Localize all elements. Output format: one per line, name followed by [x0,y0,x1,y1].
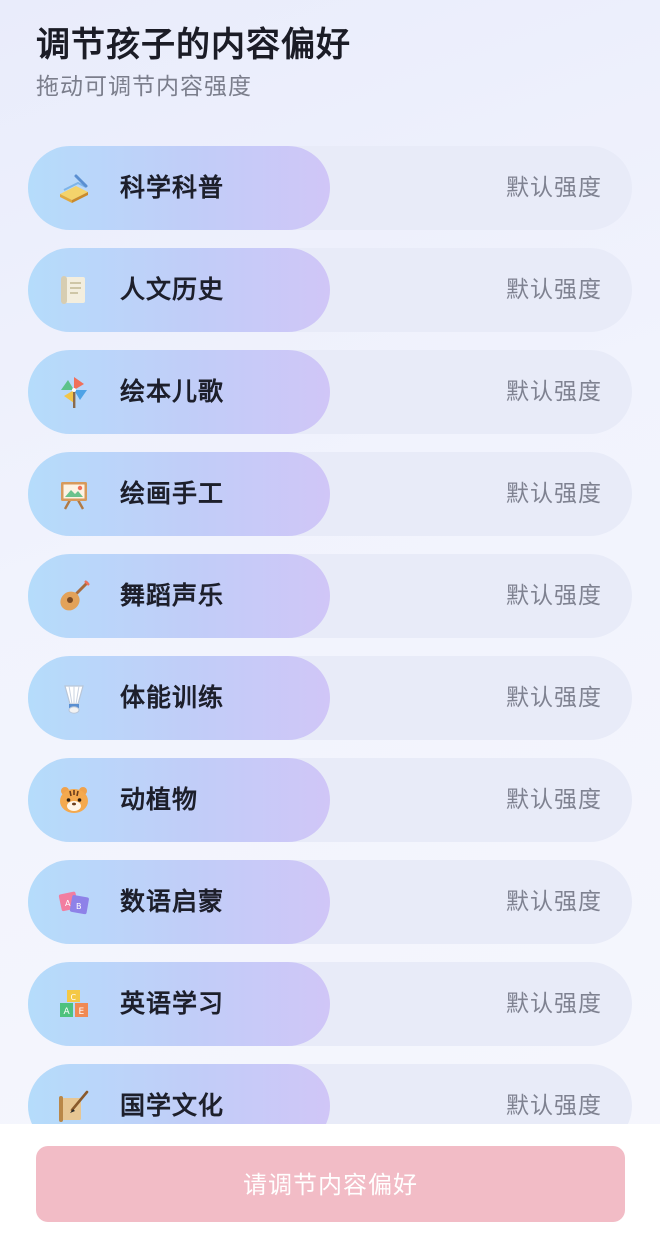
preference-level-text: 默认强度 [506,481,602,507]
preference-label: 科学科普 [120,173,225,202]
preference-level-text: 默认强度 [506,277,602,303]
page-subtitle: 拖动可调节内容强度 [36,74,252,100]
scroll-icon [56,272,92,308]
preference-slider-row[interactable]: 绘本儿歌 默认强度 [28,350,632,434]
svg-text:E: E [79,1007,85,1017]
preference-level-text: 默认强度 [506,787,602,813]
preference-level-text: 默认强度 [506,685,602,711]
preference-slider-row[interactable]: 科学科普 默认强度 [28,146,632,230]
preference-slider-row[interactable]: 舞蹈声乐 默认强度 [28,554,632,638]
preference-label: 动植物 [120,785,199,814]
preference-slider-row[interactable]: A E C 英语学习 默认强度 [28,962,632,1046]
preference-label: 绘画手工 [120,479,225,508]
footer-bar: 请调节内容偏好 [0,1124,660,1241]
book-pen-icon [56,170,92,206]
preference-slider-row[interactable]: A B 数语启蒙 默认强度 [28,860,632,944]
preference-label: 体能训练 [120,683,225,712]
svg-text:C: C [71,993,77,1002]
svg-text:A: A [65,899,71,908]
abc-blocks-icon: AEC [56,986,92,1022]
pinwheel-icon [56,374,92,410]
svg-text:B: B [76,902,82,911]
preference-level-text: 默认强度 [506,583,602,609]
preference-level-text: 默认强度 [506,889,602,915]
preference-label: 英语学习 [120,989,225,1018]
tiger-icon [56,782,92,818]
page-title: 调节孩子的内容偏好 [36,25,351,65]
preference-level-text: 默认强度 [506,991,602,1017]
preference-list: 科学科普 默认强度 人文历史 默认强度 绘本儿歌 默认强度 绘画手工 默认强度 舞蹈声乐 默认强度… [28,146,632,1126]
preference-label: 舞蹈声乐 [120,581,225,610]
preference-slider-row[interactable]: 动植物 默认强度 [28,758,632,842]
preference-slider-row[interactable]: 绘画手工 默认强度 [28,452,632,536]
preference-slider-row[interactable]: 人文历史 默认强度 [28,248,632,332]
preference-label: 绘本儿歌 [120,377,225,406]
preference-label: 人文历史 [120,275,225,304]
preference-slider-row[interactable]: 国学文化 默认强度 [28,1064,632,1126]
svg-text:A: A [64,1007,71,1017]
guitar-icon [56,578,92,614]
preference-slider-row[interactable]: 体能训练 默认强度 [28,656,632,740]
preference-level-text: 默认强度 [506,175,602,201]
letter-cards-icon: AB [56,884,92,920]
preference-label: 数语启蒙 [120,887,225,916]
page-header: 调节孩子的内容偏好 拖动可调节内容强度 [36,22,351,104]
easel-icon [56,476,92,512]
preference-level-text: 默认强度 [506,1093,602,1119]
submit-preferences-button[interactable]: 请调节内容偏好 [36,1146,625,1222]
brush-scroll-icon [56,1088,92,1124]
preference-level-text: 默认强度 [506,379,602,405]
shuttlecock-icon [56,680,92,716]
preference-label: 国学文化 [120,1091,225,1120]
